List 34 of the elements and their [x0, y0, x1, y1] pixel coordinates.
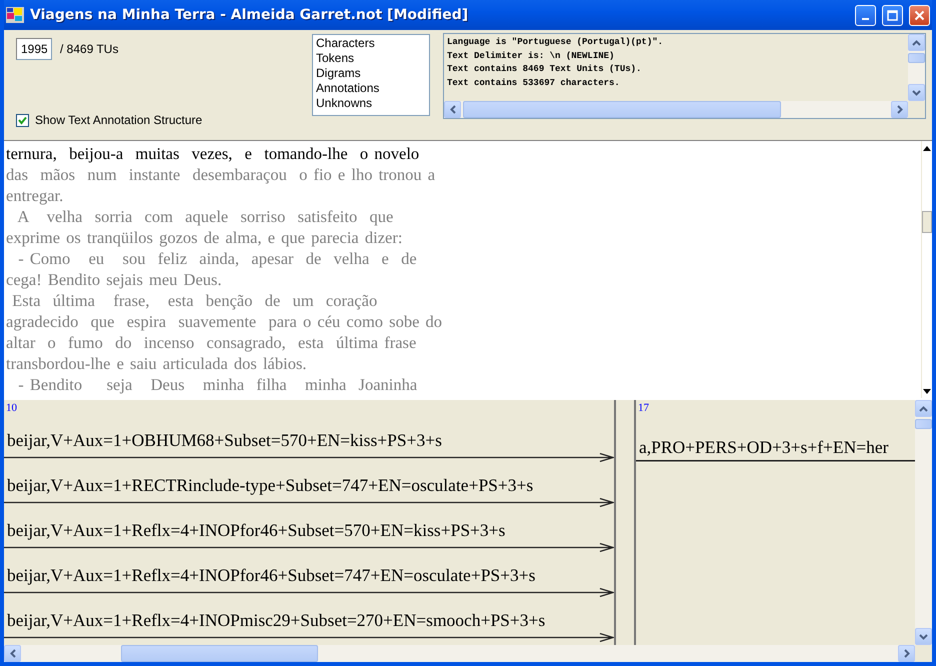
- text-line: A velha sorria com aquele sorriso satisfeito que: [16, 206, 394, 227]
- statistics-list[interactable]: Characters Tokens Digrams Annotations Unknowns: [312, 34, 430, 116]
- text-line: transbordou-lhe e saiu articulada dos lábios.: [6, 353, 308, 374]
- annotation-label[interactable]: beijar,V+Aux=1+RECTRinclude-type+Subset=747+EN=osculate+PS+3+s: [4, 476, 614, 494]
- column-index: 17: [637, 401, 650, 416]
- tu-total: / 8469 TUs: [60, 42, 118, 56]
- annotation-label[interactable]: a,PRO+PERS+OD+3+s+f+EN=her: [636, 438, 915, 456]
- text-line: cega! Bendito sejais meu Deus.: [6, 269, 223, 290]
- log-line: Text contains 8469 Text Units (TUs).: [447, 63, 642, 76]
- log-line: Text Delimiter is: \n (NEWLINE): [447, 50, 616, 62]
- text-line: das mãos num instante desembaraçou o fio e lho tronou a: [6, 164, 436, 185]
- list-item[interactable]: Annotations: [316, 81, 426, 96]
- column-index: 10: [5, 401, 18, 416]
- window-title: Viagens na Minha Terra - Almeida Garret.not [Modified]: [30, 7, 470, 23]
- text-line: - Bendito seja Deus minha filha minha Joaninha: [17, 374, 418, 395]
- log-line: Language is "Portuguese (Portugal)(pt)".: [447, 36, 664, 49]
- text-line: - Como eu sou feliz ainda, apesar de velha e de: [17, 248, 418, 269]
- text-line: exprime os tranqüilos gozos de alma, e que parecia dizer:: [6, 227, 404, 248]
- text-line: ternura, beijou-a muitas vezes, e tomando-lhe o novelo: [6, 143, 420, 164]
- list-item[interactable]: Tokens: [316, 51, 426, 66]
- log-line: Text contains 533697 characters.: [447, 76, 621, 90]
- checkbox-label: Show Text Annotation Structure: [35, 113, 202, 127]
- annotation-label[interactable]: beijar,V+Aux=1+Reflx=4+INOPfor46+Subset=570+EN=kiss+PS+3+s: [4, 521, 614, 539]
- annotation-label[interactable]: beijar,V+Aux=1+Reflx=4+INOPfor46+Subset=747+EN=osculate+PS+3+s: [4, 566, 614, 584]
- text-line: Esta última frase, esta benção de um coração: [11, 290, 378, 311]
- tu-number-field[interactable]: 1995: [16, 38, 52, 60]
- text-line: entregar.: [6, 185, 64, 206]
- text-line: altar o fumo do incenso consagrado, esta última frase: [6, 332, 418, 353]
- text-line: agradecido que espira suavemente para o céu como sobe do: [6, 311, 444, 332]
- list-item[interactable]: Digrams: [316, 66, 426, 81]
- annotation-label[interactable]: beijar,V+Aux=1+Reflx=4+INOPmisc29+Subset=270+EN=smooch+PS+3+s: [4, 611, 614, 629]
- annotation-label[interactable]: beijar,V+Aux=1+OBHUM68+Subset=570+EN=kiss+PS+3+s: [4, 431, 614, 449]
- list-item[interactable]: Characters: [316, 36, 426, 51]
- list-item[interactable]: Unknowns: [316, 96, 426, 111]
